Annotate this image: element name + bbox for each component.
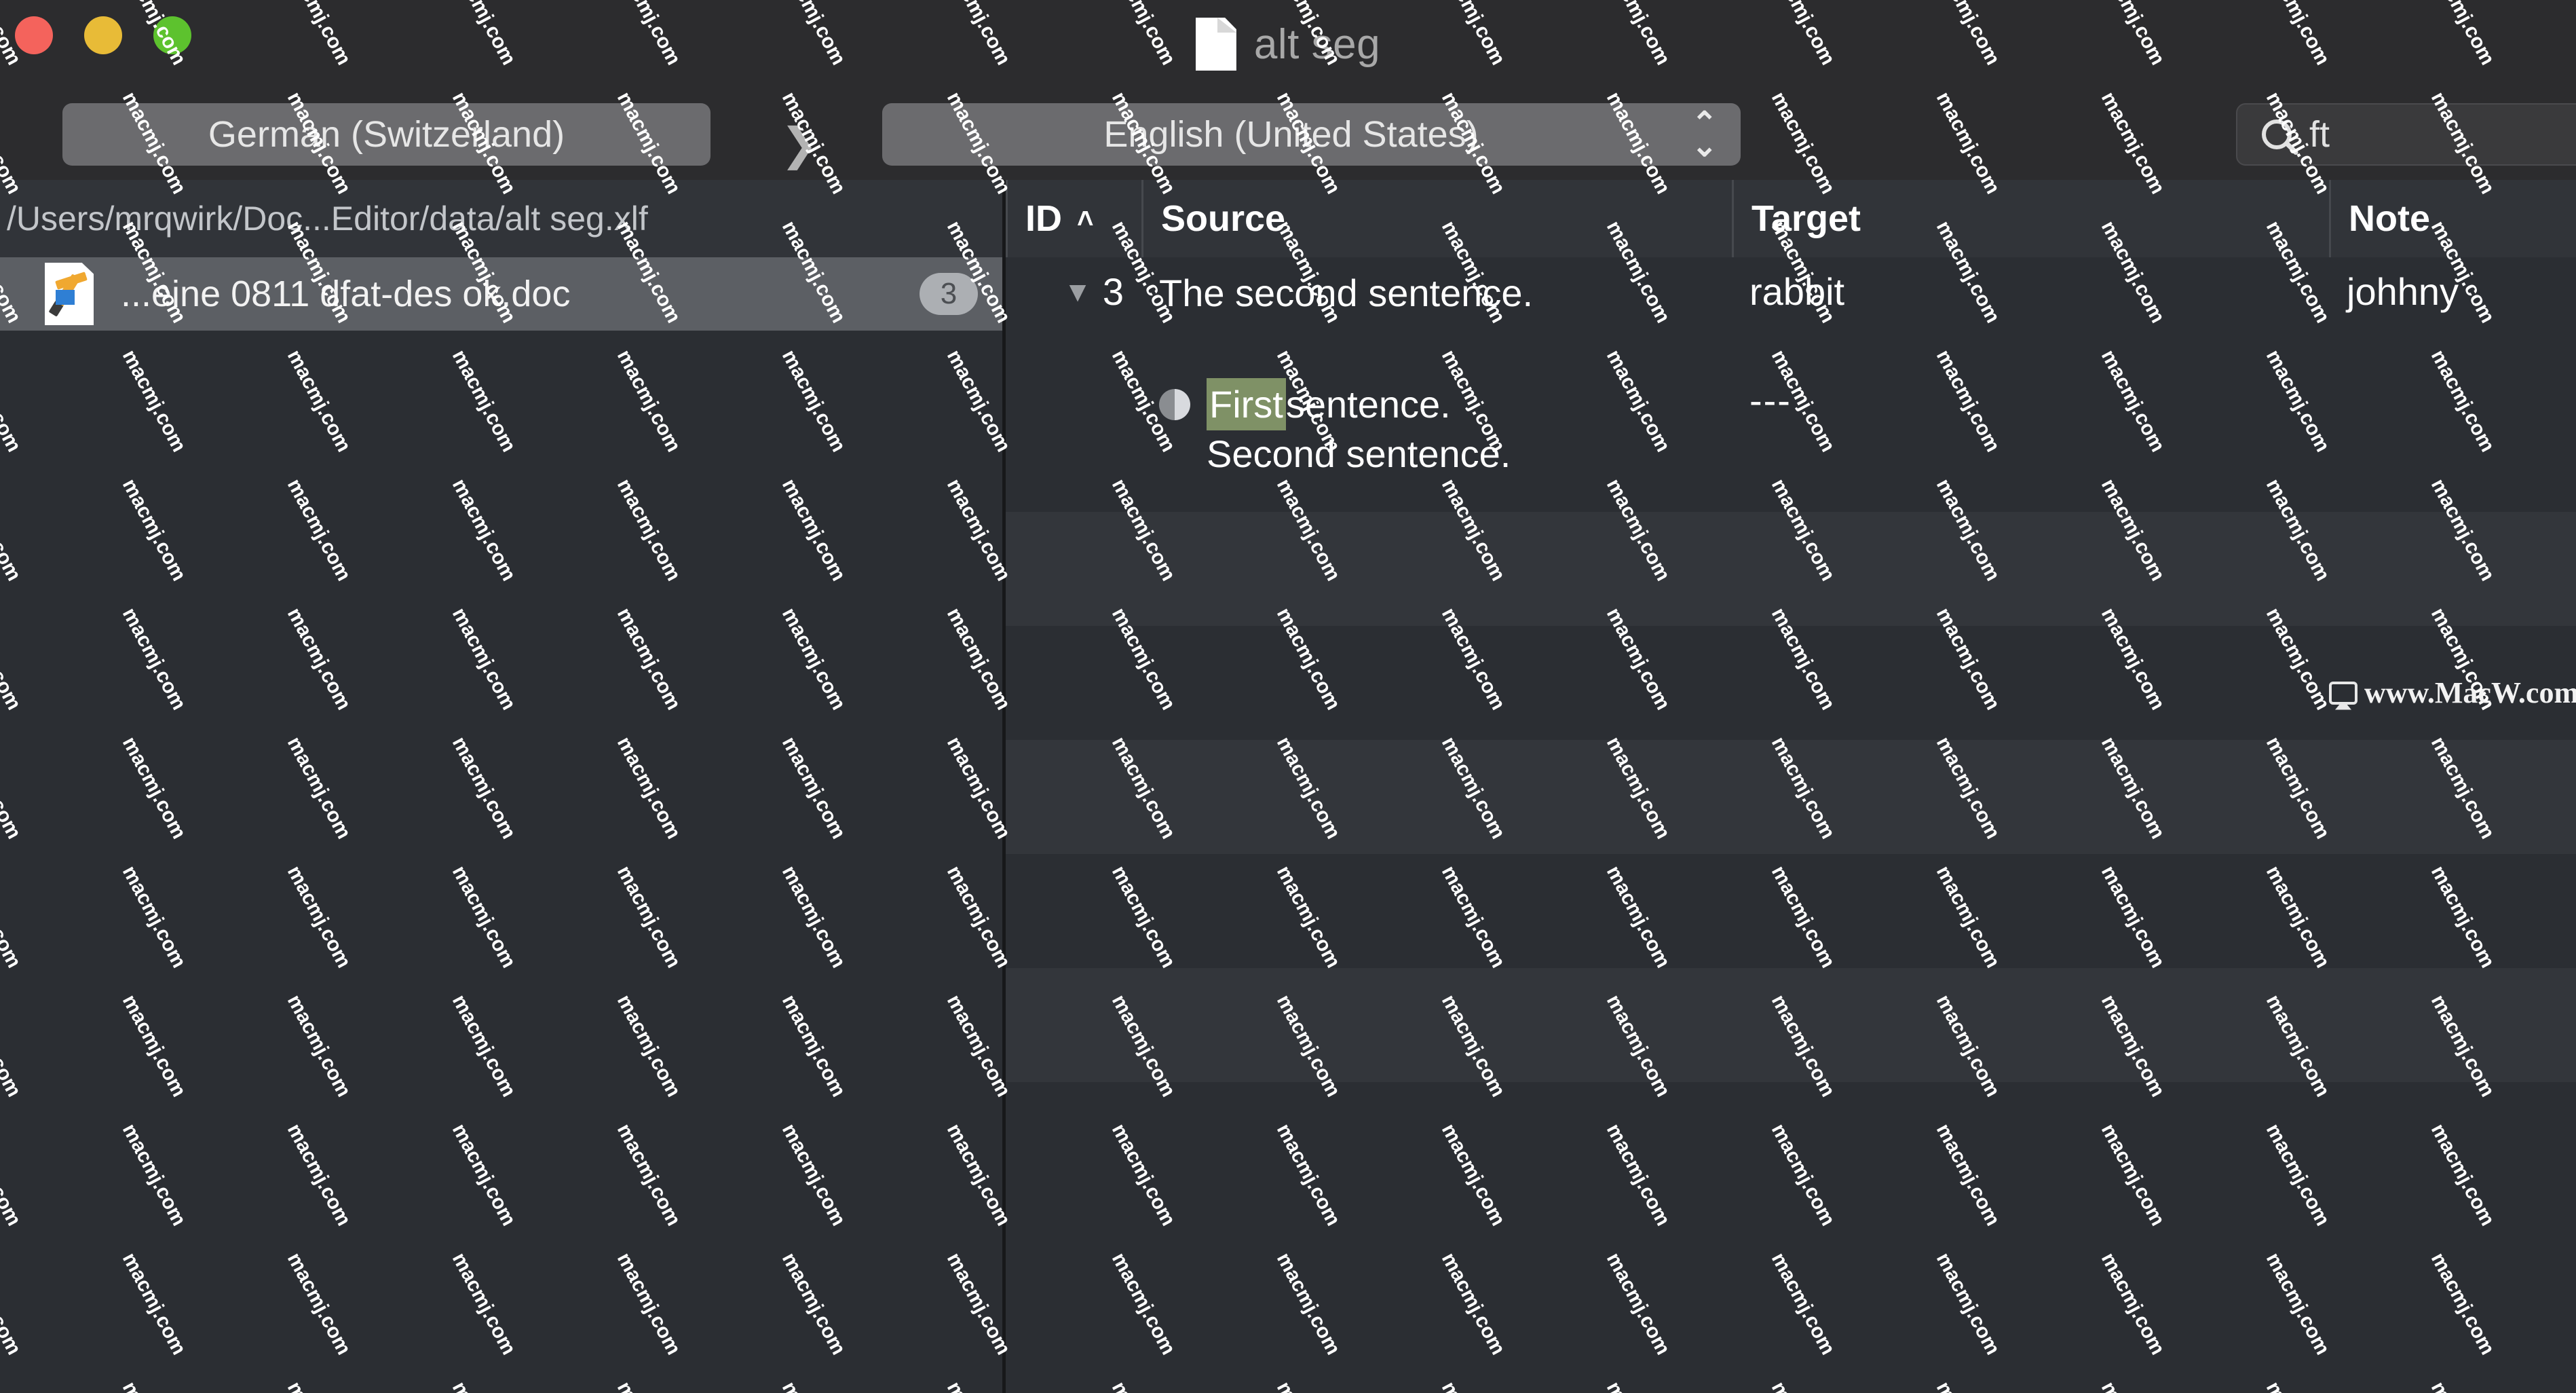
sidebar-file-item[interactable]: ...eine 0811 dfat-des ok.doc 3: [0, 257, 1002, 331]
cell-id: [1006, 968, 1141, 980]
segment-table: ID ˄ Source Target Note ▼ 3 The second sen…: [1006, 180, 2576, 1393]
window-title: alt seg: [1253, 20, 1381, 68]
app-window: alt seg German (Switzerland) ❯ English (…: [0, 0, 2576, 1393]
monitor-icon: [2329, 681, 2357, 705]
cell-source: [1141, 512, 1732, 524]
cell-note[interactable]: [2329, 512, 2576, 524]
search-icon: [2262, 119, 2292, 149]
column-header-id-label: ID: [1025, 198, 1062, 239]
source-text-rest: sentence.: [1285, 383, 1451, 426]
cell-target[interactable]: [1732, 968, 2329, 980]
source-line-2: Second sentence.: [1207, 432, 1511, 476]
cell-source: [1141, 968, 1732, 980]
source-search-highlight: First: [1207, 378, 1286, 431]
sidebar: /Users/mrqwirk/Doc...Editor/data/alt seg…: [0, 180, 1002, 1393]
sidebar-file-name: ...eine 0811 dfat-des ok.doc: [121, 274, 571, 314]
chevron-updown-icon[interactable]: ⌃ ⌄: [1691, 107, 1718, 163]
title-bar: alt seg: [0, 0, 2576, 88]
cell-target[interactable]: rabbit: [1732, 257, 2329, 314]
target-language-label: English (United States): [1103, 114, 1479, 155]
note-text: johhny: [2347, 270, 2459, 313]
cell-note[interactable]: [2329, 854, 2576, 866]
table-body: ▼ 3 The second sentence. rabbit johhny First …: [1006, 257, 2576, 1393]
cell-note[interactable]: johhny: [2329, 257, 2576, 314]
cell-note[interactable]: [2329, 1082, 2576, 1094]
cell-source: First sentence. Second sentence.: [1141, 366, 1732, 478]
column-header-id[interactable]: ID ˄: [1006, 180, 1141, 257]
macw-watermark-text: www.MacW.com: [2364, 676, 2576, 709]
table-row[interactable]: [1006, 740, 2576, 854]
cell-target[interactable]: [1732, 626, 2329, 638]
word-document-icon: [45, 263, 94, 325]
target-language-dropdown[interactable]: English (United States) ⌃ ⌄: [882, 103, 1741, 166]
file-path-text: /Users/mrqwirk/Doc...Editor/data/alt seg…: [7, 200, 648, 238]
cell-id: [1006, 512, 1141, 524]
column-header-source[interactable]: Source: [1141, 180, 1732, 257]
cell-source: [1141, 740, 1732, 752]
cell-note[interactable]: [2329, 626, 2576, 638]
target-text: ---: [1749, 379, 1792, 422]
table-row[interactable]: [1006, 1082, 2576, 1196]
half-circle-status-icon: [1159, 388, 1190, 420]
source-line-1: The second sentence.: [1159, 270, 1732, 316]
file-path-bar: /Users/mrqwirk/Doc...Editor/data/alt seg…: [0, 180, 1002, 257]
column-header-target[interactable]: Target: [1732, 180, 2329, 257]
sidebar-file-badge: 3: [920, 273, 978, 315]
table-row[interactable]: [1006, 512, 2576, 626]
table-row[interactable]: ▼ 3 The second sentence. rabbit johhny: [1006, 257, 2576, 366]
cell-source: The second sentence.: [1141, 257, 1732, 316]
cell-target[interactable]: [1732, 740, 2329, 752]
cell-id: [1006, 366, 1141, 378]
cell-source: [1141, 1082, 1732, 1094]
target-text: rabbit: [1749, 270, 1845, 313]
cell-source: [1141, 626, 1732, 638]
table-row[interactable]: [1006, 968, 2576, 1082]
cell-id: [1006, 854, 1141, 866]
column-header-source-label: Source: [1161, 198, 1286, 239]
source-line-1: First sentence.: [1159, 378, 1732, 431]
cell-source: [1141, 854, 1732, 866]
chevron-right-icon: ❯: [780, 119, 818, 169]
window-title-group: alt seg: [0, 0, 2576, 88]
cell-note[interactable]: [2329, 366, 2576, 378]
column-header-note-label: Note: [2349, 198, 2430, 239]
document-icon: [1195, 18, 1236, 71]
table-header-row: ID ˄ Source Target Note: [1006, 180, 2576, 257]
table-row[interactable]: [1006, 854, 2576, 968]
cell-target[interactable]: [1732, 854, 2329, 866]
source-text: The second sentence.: [1159, 272, 1534, 314]
cell-id: [1006, 626, 1141, 638]
search-field[interactable]: ft: [2236, 103, 2576, 166]
search-input-value: ft: [2309, 114, 2330, 155]
source-language-dropdown[interactable]: German (Switzerland): [62, 103, 711, 166]
cell-target[interactable]: [1732, 1082, 2329, 1094]
macw-watermark: www.MacW.com: [2329, 675, 2576, 710]
table-row[interactable]: First sentence. Second sentence. ---: [1006, 366, 2576, 512]
cell-id: [1006, 1082, 1141, 1094]
source-language-label: German (Switzerland): [208, 114, 565, 155]
cell-target[interactable]: [1732, 512, 2329, 524]
row-expander-icon[interactable]: ▼: [1063, 277, 1092, 306]
sort-ascending-icon: ˄: [1077, 202, 1094, 234]
column-header-target-label: Target: [1751, 198, 1861, 239]
language-toolbar: German (Switzerland) ❯ English (United S…: [0, 88, 2576, 180]
cell-id-value: 3: [1102, 270, 1124, 313]
cell-id: ▼ 3: [1006, 257, 1141, 314]
cell-target[interactable]: ---: [1732, 366, 2329, 422]
cell-note[interactable]: [2329, 740, 2576, 752]
cell-id: [1006, 740, 1141, 752]
column-header-note[interactable]: Note: [2329, 180, 2576, 257]
chevron-down-icon: ⌄: [1691, 128, 1718, 163]
cell-note[interactable]: [2329, 968, 2576, 980]
